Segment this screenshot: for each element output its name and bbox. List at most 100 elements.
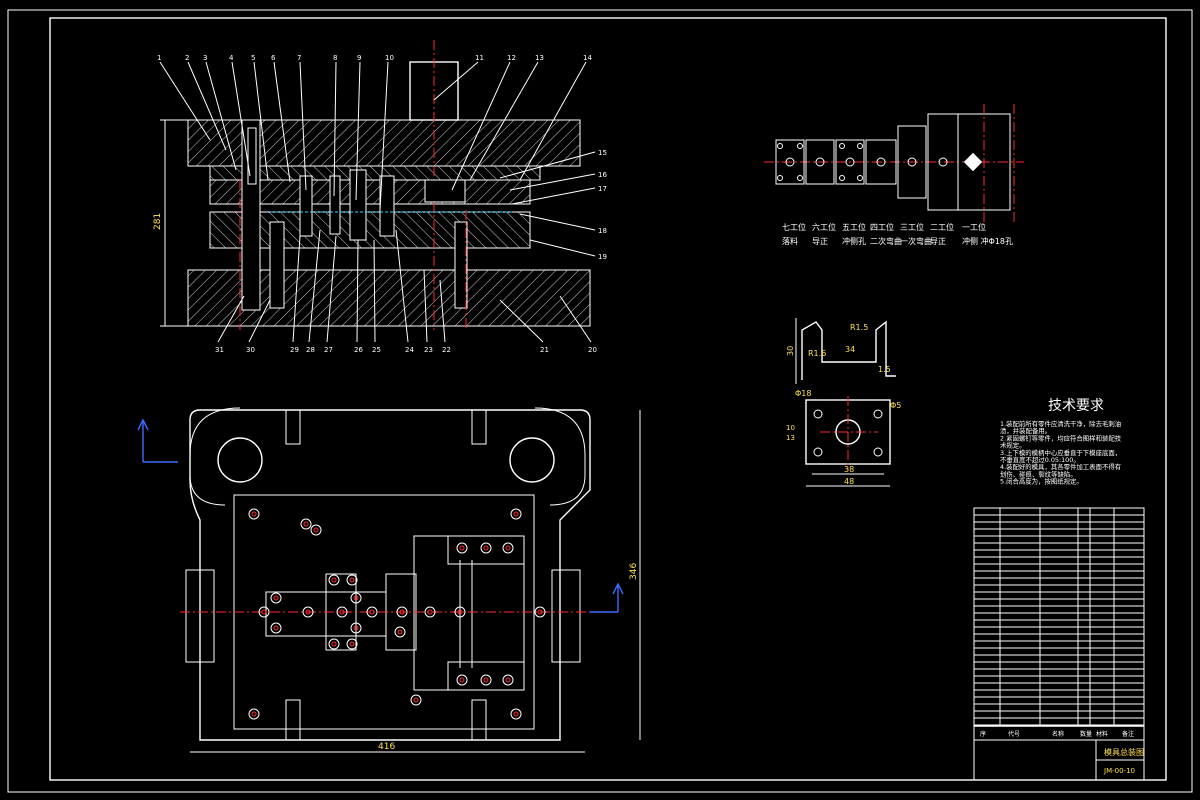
hole-center <box>459 545 465 551</box>
punch-4 <box>379 175 395 237</box>
hole-center <box>513 711 519 717</box>
bom-header-cell: 数量 <box>1080 730 1092 738</box>
svg-text:38: 38 <box>844 465 854 474</box>
part-number-label: 29 <box>290 346 299 354</box>
part-number-label: 2 <box>185 54 189 62</box>
hole-center <box>513 511 519 517</box>
hole-center <box>483 677 489 683</box>
part-number-label: 17 <box>598 185 607 193</box>
part-number-label: 4 <box>229 54 234 62</box>
part-number-label: 23 <box>424 346 433 354</box>
part-number-label: 13 <box>535 54 544 62</box>
screw-hole <box>502 542 514 554</box>
hole-center <box>459 677 465 683</box>
hole-center <box>483 545 489 551</box>
part-number-label: 28 <box>306 346 315 354</box>
station-labels: 七工位落料 六工位导正 五工位冲侧孔四工位二次弯曲 三工位一次弯曲 二工位导正 一工位冲侧… <box>782 222 1013 246</box>
tech-requirements-title: 技术要求 <box>1048 398 1104 414</box>
tech-requirements-list: 1.装配前所有零件应清洗干净，除去毛刺油 渍，并装配备用。2.紧固螺钉等零件，均… <box>1000 419 1122 486</box>
screw-hole <box>480 542 492 554</box>
bom-header-cell: 材料 <box>1096 730 1108 738</box>
part-number-label: 7 <box>297 54 301 62</box>
part-number-label: 25 <box>372 346 381 354</box>
hole-center <box>331 641 337 647</box>
screw-hole <box>410 694 422 706</box>
station-name: 一工位 <box>962 222 986 232</box>
screw-hole <box>502 674 514 686</box>
pin-right <box>454 221 468 309</box>
screw-hole <box>510 508 522 520</box>
screw-hole <box>456 542 468 554</box>
hole-center <box>273 625 279 631</box>
svg-text:Φ18: Φ18 <box>795 389 811 398</box>
part-number-label: 19 <box>598 253 607 261</box>
strip-pilot-hole <box>857 175 863 181</box>
bom-header-cell: 代号 <box>1008 730 1020 738</box>
strip-pilot-hole <box>797 175 803 181</box>
station-operation: 导正 <box>812 237 828 246</box>
part-number-label: 26 <box>354 346 363 354</box>
die-insert <box>413 535 525 691</box>
svg-text:13: 13 <box>786 434 795 442</box>
screw-hole <box>510 708 522 720</box>
cad-drawing: 281 1 2 3 4 5 6 7 8 9 10 11 12 13 14151617181931 30 29 2… <box>7 9 1193 793</box>
lower-die-outline <box>189 409 591 741</box>
plan-view: 416 346 <box>137 407 641 753</box>
strip-pilot-hole <box>857 143 863 149</box>
part-number-label: 12 <box>507 54 516 62</box>
part-number-label: 8 <box>333 54 337 62</box>
screw-hole <box>480 674 492 686</box>
part-number-label: 31 <box>215 346 224 354</box>
hole-center <box>251 711 257 717</box>
station-name: 七工位 <box>782 222 806 232</box>
strip-pilot-hole <box>797 143 803 149</box>
part-number-label: 6 <box>271 54 276 62</box>
part-corner-hole <box>813 409 823 419</box>
plan-holes <box>248 508 546 720</box>
svg-text:1.5: 1.5 <box>878 365 891 374</box>
screw-hole <box>248 708 260 720</box>
leader-line <box>159 61 211 141</box>
screw-hole <box>270 592 282 604</box>
part-number-label: 16 <box>598 171 607 179</box>
part-number-label: 1 <box>157 54 161 62</box>
plan-width-dim: 416 <box>378 742 395 752</box>
station-name: 三工位 <box>900 222 924 232</box>
punch-2 <box>329 175 341 235</box>
bom-header: 序 代号 名称 数量 材料 备注 <box>980 730 1134 738</box>
tech-requirement-line: 5.闭合高度为，按图纸规定。 <box>1000 477 1083 486</box>
station-operation: 二次弯曲 <box>870 236 902 246</box>
hole-center <box>397 629 403 635</box>
hole-center <box>313 527 319 533</box>
station-operation: 落料 <box>782 236 798 246</box>
screw-hole <box>456 674 468 686</box>
station-name: 二工位 <box>930 222 954 232</box>
strip-pilot-hole <box>777 143 783 149</box>
part-number-label: 11 <box>475 54 484 62</box>
center-pilot <box>963 152 983 172</box>
part-number-label: 15 <box>598 149 607 157</box>
part-number-label: 21 <box>540 346 549 354</box>
part-number-label: 24 <box>405 346 414 354</box>
hole-center <box>303 521 309 527</box>
svg-text:Φ5: Φ5 <box>890 401 901 410</box>
part-number-label: 3 <box>203 54 207 62</box>
part-drawing: 30 34 R1.5 R1.6 1.5 Φ18 Φ5 38 48 10 13 <box>786 318 901 487</box>
screw-hole <box>300 518 312 530</box>
pilot-block <box>424 179 466 203</box>
guide-hole-right <box>509 437 555 483</box>
station-operation: 导正 <box>930 237 946 246</box>
screw-hole <box>328 638 340 650</box>
bom-header-cell: 序 <box>980 730 986 738</box>
hole-center <box>273 595 279 601</box>
station-name: 四工位 <box>870 222 894 232</box>
svg-text:48: 48 <box>844 477 854 486</box>
bom-header-cell: 备注 <box>1122 730 1134 738</box>
station-operation: 冲侧 冲Φ18孔 <box>962 236 1013 246</box>
hole-center <box>251 511 257 517</box>
plan-height-dim: 346 <box>629 563 639 580</box>
bom-header-cell: 名称 <box>1052 730 1064 738</box>
screw-hole <box>328 574 340 586</box>
hole-center <box>331 577 337 583</box>
part-number-label: 10 <box>385 54 394 62</box>
